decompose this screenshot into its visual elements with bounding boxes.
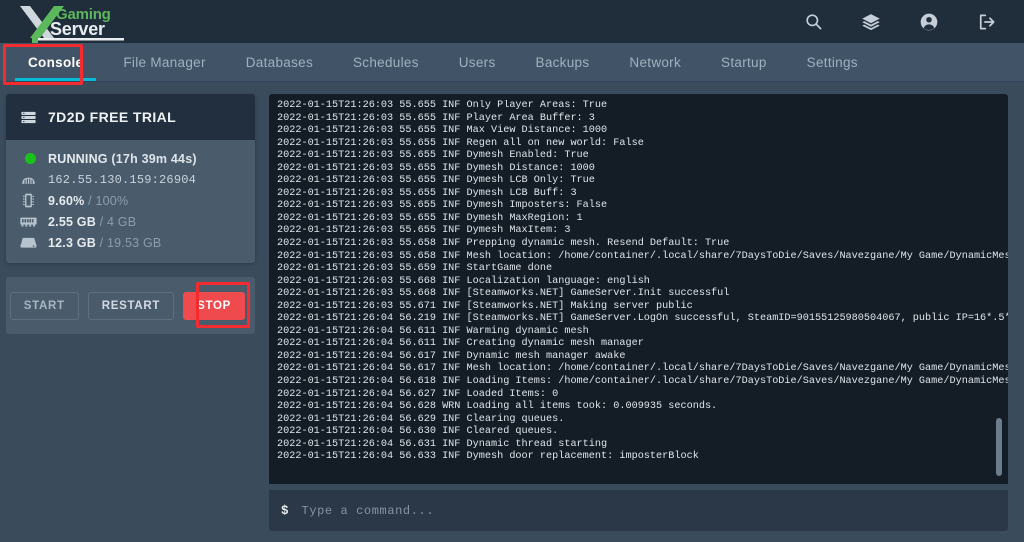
server-stats-list: RUNNING (17h 39m 44s) 162.55.130.159:269… bbox=[6, 140, 255, 263]
tab-settings[interactable]: Settings bbox=[787, 43, 878, 81]
tab-label: Startup bbox=[721, 54, 767, 70]
stop-button[interactable]: STOP bbox=[183, 291, 245, 320]
memory-total: / 4 GB bbox=[99, 214, 137, 229]
prompt-icon: $ bbox=[281, 503, 289, 518]
tab-label: Console bbox=[28, 54, 84, 70]
server-name: 7D2D FREE TRIAL bbox=[48, 109, 177, 125]
svg-text:Server: Server bbox=[50, 19, 105, 39]
status-row: RUNNING (17h 39m 44s) bbox=[6, 148, 255, 169]
server-icon bbox=[20, 109, 37, 126]
disk-row: 12.3 GB / 19.53 GB bbox=[6, 232, 255, 253]
tab-databases[interactable]: Databases bbox=[226, 43, 333, 81]
server-address: 162.55.130.159:26904 bbox=[48, 172, 197, 187]
cpu-used: 9.60% bbox=[48, 193, 85, 208]
tab-console[interactable]: Console bbox=[8, 43, 103, 81]
tab-backups[interactable]: Backups bbox=[516, 43, 610, 81]
disk-usage: 12.3 GB / 19.53 GB bbox=[48, 236, 161, 250]
tab-users[interactable]: Users bbox=[439, 43, 516, 81]
disk-icon bbox=[20, 236, 37, 249]
tab-label: Network bbox=[629, 54, 682, 70]
tab-network[interactable]: Network bbox=[609, 43, 701, 81]
main-navigation-tabs: Console File Manager Databases Schedules… bbox=[0, 43, 1024, 82]
tab-label: Schedules bbox=[353, 54, 419, 70]
command-input[interactable] bbox=[301, 503, 996, 518]
memory-row: 2.55 GB / 4 GB bbox=[6, 211, 255, 232]
page-body: 7D2D FREE TRIAL RUNNING (17h 39m 44s) 16… bbox=[0, 82, 1024, 542]
power-controls: START RESTART STOP bbox=[6, 277, 255, 334]
start-button[interactable]: START bbox=[9, 291, 79, 320]
tab-label: Users bbox=[458, 54, 496, 70]
tab-label: Databases bbox=[245, 54, 313, 70]
logout-icon[interactable] bbox=[976, 11, 998, 33]
cpu-total: / 100% bbox=[88, 193, 129, 208]
server-info-card: 7D2D FREE TRIAL RUNNING (17h 39m 44s) 16… bbox=[6, 94, 255, 263]
tab-startup[interactable]: Startup bbox=[701, 43, 787, 81]
account-icon[interactable] bbox=[918, 11, 940, 33]
console-panel: 2022-01-15T21:26:03 55.655 INF Only Play… bbox=[269, 94, 1008, 542]
memory-usage: 2.55 GB / 4 GB bbox=[48, 215, 136, 229]
disk-total: / 19.53 GB bbox=[99, 235, 162, 250]
status-value: RUNNING bbox=[48, 151, 108, 166]
cpu-row: 9.60% / 100% bbox=[6, 190, 255, 211]
command-bar: $ bbox=[269, 490, 1008, 531]
console-log-text: 2022-01-15T21:26:03 55.655 INF Only Play… bbox=[277, 100, 1008, 463]
brand-logo[interactable]: Gaming Server bbox=[14, 0, 126, 43]
restart-button[interactable]: RESTART bbox=[87, 291, 175, 320]
tab-file-manager[interactable]: File Manager bbox=[103, 43, 225, 81]
disk-used: 12.3 GB bbox=[48, 235, 96, 250]
uptime-value: (17h 39m 44s) bbox=[111, 151, 197, 166]
tab-label: Backups bbox=[535, 54, 590, 70]
memory-icon bbox=[20, 215, 37, 228]
server-sidebar: 7D2D FREE TRIAL RUNNING (17h 39m 44s) 16… bbox=[6, 94, 255, 542]
memory-used: 2.55 GB bbox=[48, 214, 96, 229]
status-dot-icon bbox=[20, 153, 37, 164]
address-row: 162.55.130.159:26904 bbox=[6, 169, 255, 190]
network-icon bbox=[20, 172, 37, 187]
tab-schedules[interactable]: Schedules bbox=[333, 43, 439, 81]
layers-icon[interactable] bbox=[860, 11, 882, 33]
console-output[interactable]: 2022-01-15T21:26:03 55.655 INF Only Play… bbox=[269, 94, 1008, 484]
status-text: RUNNING (17h 39m 44s) bbox=[48, 152, 197, 166]
cpu-icon bbox=[20, 193, 37, 208]
header-actions bbox=[802, 11, 1008, 33]
app-header: Gaming Server bbox=[0, 0, 1024, 43]
tab-label: File Manager bbox=[123, 54, 206, 70]
cpu-usage: 9.60% / 100% bbox=[48, 194, 128, 208]
server-info-card-header: 7D2D FREE TRIAL bbox=[6, 94, 255, 140]
console-scrollbar[interactable] bbox=[996, 100, 1002, 478]
console-scrollbar-thumb[interactable] bbox=[996, 418, 1002, 476]
search-icon[interactable] bbox=[802, 11, 824, 33]
tab-label: Settings bbox=[806, 54, 858, 70]
